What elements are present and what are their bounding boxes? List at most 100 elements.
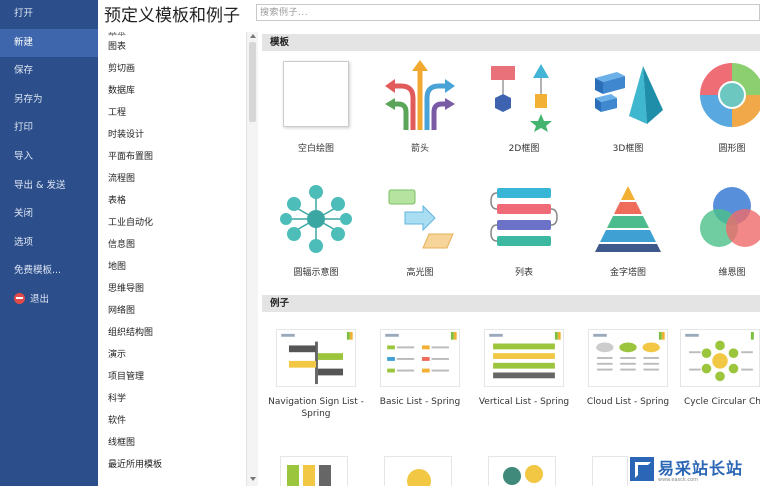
radial-diagram-icon xyxy=(280,185,352,253)
nav-print[interactable]: 打印 xyxy=(0,114,98,143)
example-thumbnail-partial[interactable] xyxy=(384,456,452,486)
template-tile-circular[interactable]: 圆形图 xyxy=(680,58,760,154)
examples-section-header: 例子 xyxy=(262,295,760,312)
template-label: 圆辐示意图 xyxy=(293,268,339,278)
nav-new[interactable]: 新建 xyxy=(0,28,98,58)
pyramid-icon xyxy=(595,186,661,252)
nav-close[interactable]: 关闭 xyxy=(0,200,98,229)
scroll-down-icon[interactable] xyxy=(250,477,256,481)
example-thumbnail xyxy=(588,329,668,387)
thumb-shape xyxy=(287,465,299,486)
exit-icon xyxy=(14,292,25,304)
thumb-shape xyxy=(319,465,331,486)
search-input[interactable] xyxy=(256,4,760,21)
example-thumbnail xyxy=(380,329,460,387)
3d-block-icon xyxy=(595,66,663,124)
example-tile-navigation-sign[interactable]: Navigation Sign List - Spring xyxy=(264,329,368,420)
thumb-shape xyxy=(525,465,543,483)
thumb-shape xyxy=(503,467,521,485)
example-label: Vertical List - Spring xyxy=(478,397,570,407)
example-thumbnail-partial[interactable] xyxy=(280,456,348,486)
category-item[interactable]: 平面布置图 xyxy=(98,146,247,168)
category-item[interactable]: 图表 xyxy=(98,36,247,58)
template-tile-radial[interactable]: 圆辐示意图 xyxy=(264,182,368,278)
category-item[interactable]: 软件 xyxy=(98,410,247,432)
template-label: 2D框图 xyxy=(508,144,540,154)
template-tile-venn[interactable]: 维恩图 xyxy=(680,182,760,278)
nav-save[interactable]: 保存 xyxy=(0,57,98,86)
category-item[interactable]: 工程 xyxy=(98,102,247,124)
highlight-diagram-icon xyxy=(388,189,454,249)
category-item[interactable]: 组织结构图 xyxy=(98,322,247,344)
nav-export-send[interactable]: 导出 & 发送 xyxy=(0,172,98,201)
example-label: Basic List - Spring xyxy=(379,397,461,407)
category-list: 基本 图表 剪切画 数据库 工程 时装设计 平面布置图 流程图 表格 工业自动化… xyxy=(98,32,248,486)
template-label: 维恩图 xyxy=(718,268,746,278)
blank-page-icon xyxy=(283,61,349,127)
template-tile-2d-block[interactable]: 2D框图 xyxy=(472,58,576,154)
nav-open[interactable]: 打开 xyxy=(0,0,98,29)
category-item[interactable]: 线框图 xyxy=(98,432,247,454)
template-tile-highlight[interactable]: 高光图 xyxy=(368,182,472,278)
nav-exit[interactable]: 退出 xyxy=(0,286,98,315)
example-thumbnail-partial[interactable] xyxy=(592,456,628,486)
watermark-subtext: www.easck.com xyxy=(658,477,699,483)
category-item[interactable]: 网络图 xyxy=(98,300,247,322)
template-label: 箭头 xyxy=(410,144,429,154)
list-icon xyxy=(490,188,558,246)
template-tile-blank[interactable]: 空白绘图 xyxy=(264,58,368,154)
example-thumbnail xyxy=(276,329,356,387)
category-scrollbar[interactable] xyxy=(246,32,258,486)
venn-diagram-icon xyxy=(700,187,760,247)
category-item[interactable]: 地图 xyxy=(98,256,247,278)
category-item[interactable]: 演示 xyxy=(98,344,247,366)
template-tile-list[interactable]: 列表 xyxy=(472,182,576,278)
nav-exit-label: 退出 xyxy=(30,293,50,305)
category-item[interactable]: 剪切画 xyxy=(98,58,247,80)
example-thumbnail xyxy=(680,329,760,387)
example-label: Cycle Circular Chart - Spring xyxy=(684,397,760,407)
template-tile-arrows[interactable]: 箭头 xyxy=(368,58,472,154)
template-label: 高光图 xyxy=(406,268,434,278)
circular-diagram-icon xyxy=(700,63,760,127)
example-label: Cloud List - Spring xyxy=(586,397,670,407)
nav-options[interactable]: 选项 xyxy=(0,229,98,258)
template-label: 列表 xyxy=(514,268,533,278)
example-tile-cloud-list[interactable]: Cloud List - Spring xyxy=(576,329,680,408)
category-item[interactable]: 最近所用模板 xyxy=(98,454,247,476)
category-item[interactable]: 信息图 xyxy=(98,234,247,256)
template-gallery: 模板 空白绘图 箭头 2D框图 3D框图 圆形图 圆辐示意图 高光图 列表 金字… xyxy=(260,32,760,486)
nav-save-as[interactable]: 另存为 xyxy=(0,86,98,115)
nav-import[interactable]: 导入 xyxy=(0,143,98,172)
2d-block-icon xyxy=(491,64,552,132)
template-label: 圆形图 xyxy=(718,144,746,154)
example-tile-vertical-list[interactable]: Vertical List - Spring xyxy=(472,329,576,408)
page-title: 预定义模板和例子 xyxy=(104,6,240,26)
watermark-text: 易采站长站 xyxy=(658,459,744,478)
example-label: Navigation Sign List - Spring xyxy=(268,397,364,419)
thumb-shape xyxy=(303,465,315,486)
example-thumbnail-partial[interactable] xyxy=(488,456,556,486)
category-item[interactable]: 时装设计 xyxy=(98,124,247,146)
example-tile-basic-list[interactable]: Basic List - Spring xyxy=(368,329,472,408)
category-item[interactable]: 数据库 xyxy=(98,80,247,102)
category-item[interactable]: 思维导图 xyxy=(98,278,247,300)
templates-section-header: 模板 xyxy=(262,34,760,51)
category-item[interactable]: 表格 xyxy=(98,190,247,212)
template-label: 3D框图 xyxy=(612,144,644,154)
watermark: 易采站长站 www.easck.com xyxy=(628,454,760,486)
scroll-thumb[interactable] xyxy=(249,42,256,122)
category-item[interactable]: 流程图 xyxy=(98,168,247,190)
nav-free-templates[interactable]: 免费模板... xyxy=(0,257,98,286)
category-item[interactable]: 科学 xyxy=(98,388,247,410)
template-tile-3d-block[interactable]: 3D框图 xyxy=(576,58,680,154)
template-label: 金字塔图 xyxy=(609,268,646,278)
example-tile-cycle-circular[interactable]: Cycle Circular Chart - Spring xyxy=(680,329,760,408)
template-tile-pyramid[interactable]: 金字塔图 xyxy=(576,182,680,278)
category-item[interactable]: 工业自动化 xyxy=(98,212,247,234)
category-item[interactable]: 项目管理 xyxy=(98,366,247,388)
arrows-icon xyxy=(385,60,455,130)
template-label: 空白绘图 xyxy=(297,144,334,154)
app-window: 打开 新建 保存 另存为 打印 导入 导出 & 发送 关闭 选项 免费模板...… xyxy=(0,0,760,486)
scroll-up-icon[interactable] xyxy=(250,34,256,38)
